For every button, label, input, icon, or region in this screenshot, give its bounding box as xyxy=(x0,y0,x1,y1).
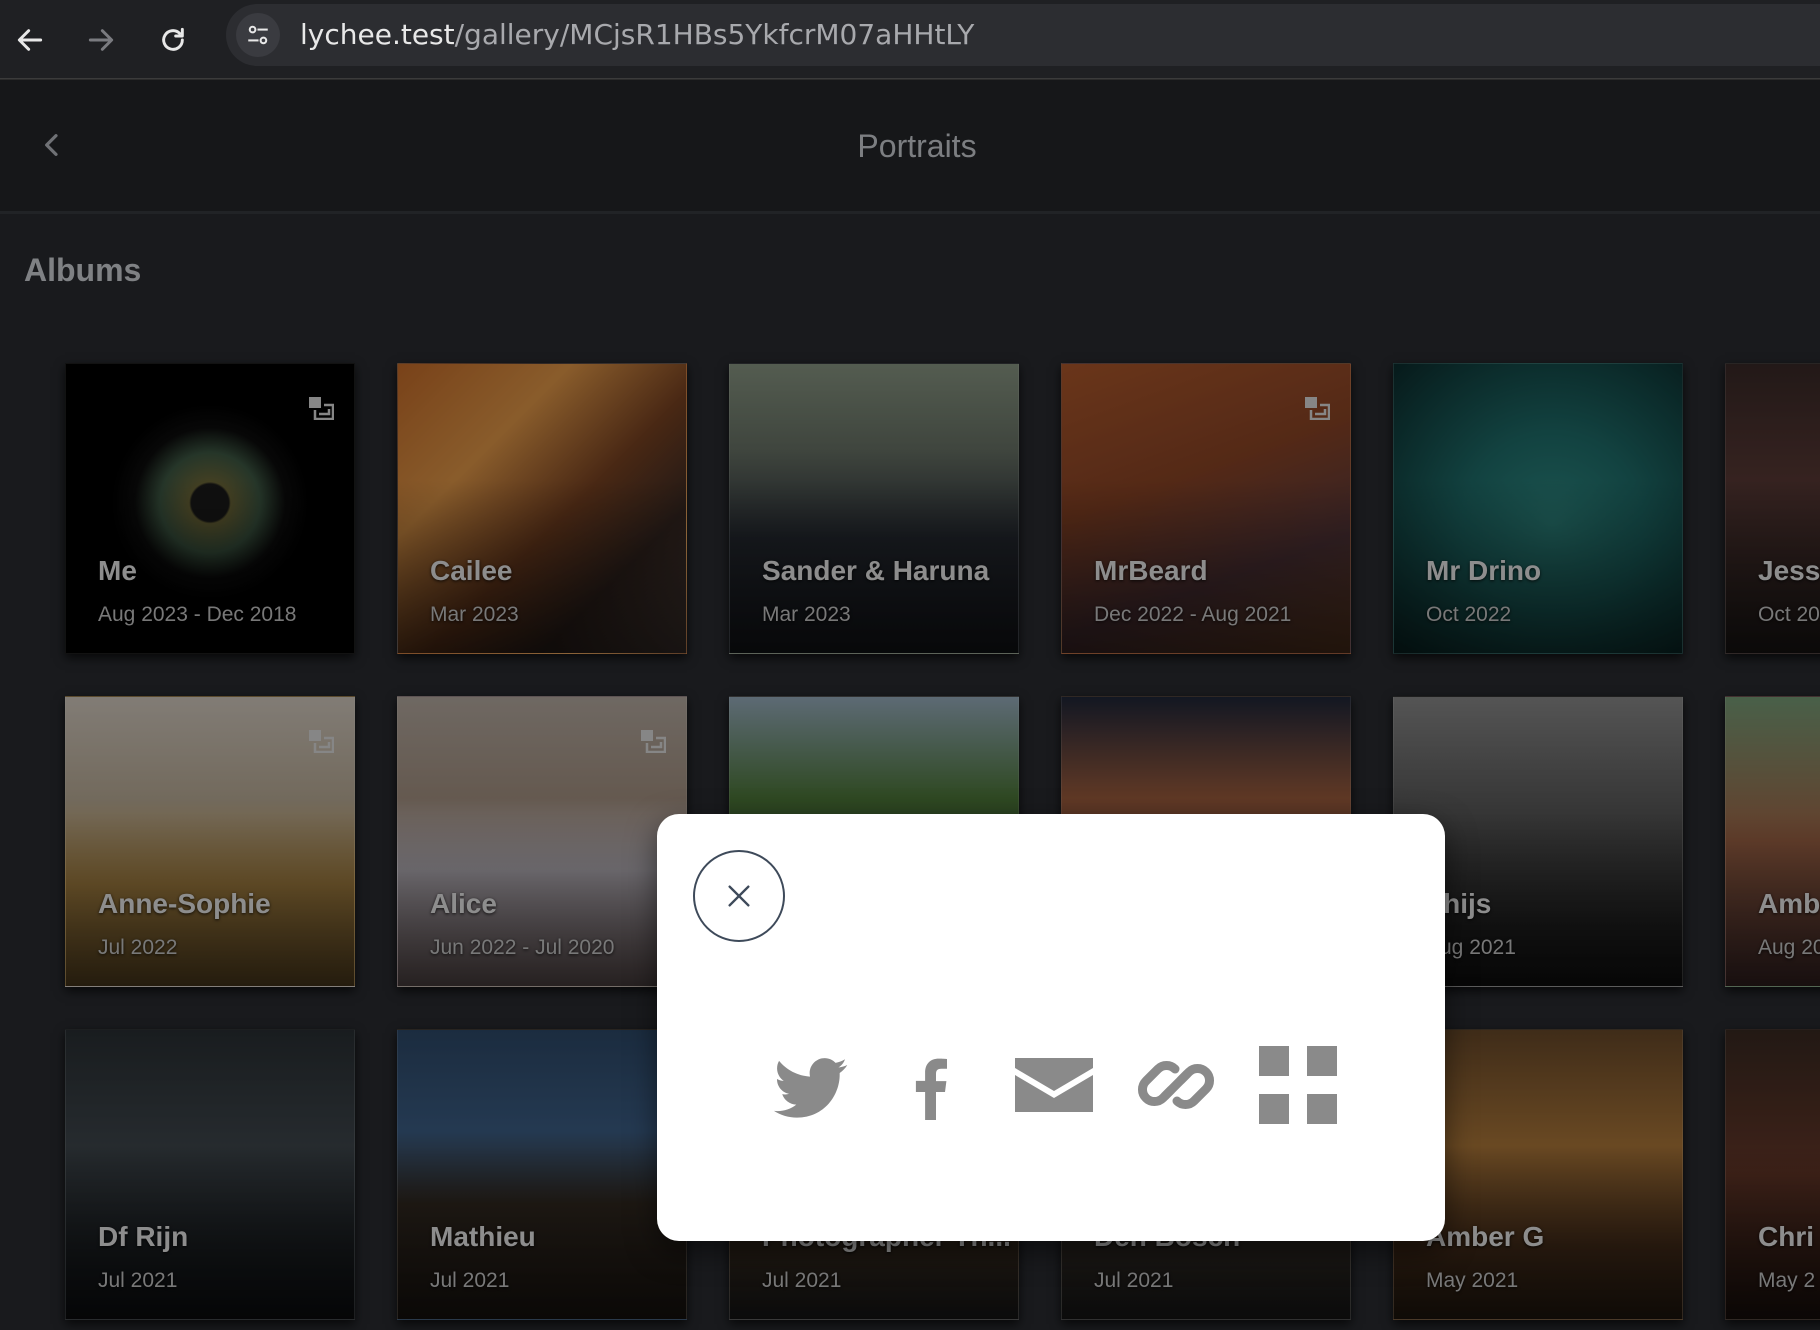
url-host: lychee.test xyxy=(300,18,455,51)
share-email-button[interactable] xyxy=(1013,1044,1095,1126)
tune-icon xyxy=(248,25,268,45)
share-qr-code-button[interactable] xyxy=(1257,1044,1339,1126)
url-path: /gallery/MCjsR1HBs5YkfcrM07aHHtLY xyxy=(454,18,975,51)
reload-icon xyxy=(162,27,184,51)
share-facebook-button[interactable] xyxy=(891,1044,973,1126)
browser-toolbar: lychee.test/gallery/MCjsR1HBs5YkfcrM07aH… xyxy=(0,0,1820,79)
browser-reload-button[interactable] xyxy=(145,12,201,68)
mail-icon xyxy=(1015,1058,1093,1112)
share-twitter-button[interactable] xyxy=(769,1044,851,1126)
arrow-right-icon xyxy=(88,29,114,51)
share-dialog xyxy=(657,814,1445,1241)
twitter-icon xyxy=(773,1058,848,1118)
qr-icon xyxy=(1257,1044,1339,1126)
browser-forward-button[interactable] xyxy=(73,12,129,68)
url-text: lychee.test/gallery/MCjsR1HBs5YkfcrM07aH… xyxy=(300,18,974,51)
close-icon xyxy=(728,885,750,907)
browser-back-button[interactable] xyxy=(2,12,58,68)
facebook-icon xyxy=(915,1058,947,1120)
arrow-left-icon xyxy=(17,29,43,51)
link-icon xyxy=(1138,1061,1214,1109)
share-targets xyxy=(769,1044,1339,1126)
site-info-button[interactable] xyxy=(236,13,280,57)
close-button[interactable] xyxy=(693,850,785,942)
address-bar[interactable]: lychee.test/gallery/MCjsR1HBs5YkfcrM07aH… xyxy=(226,4,1820,66)
share-copy-link-button[interactable] xyxy=(1135,1044,1217,1126)
